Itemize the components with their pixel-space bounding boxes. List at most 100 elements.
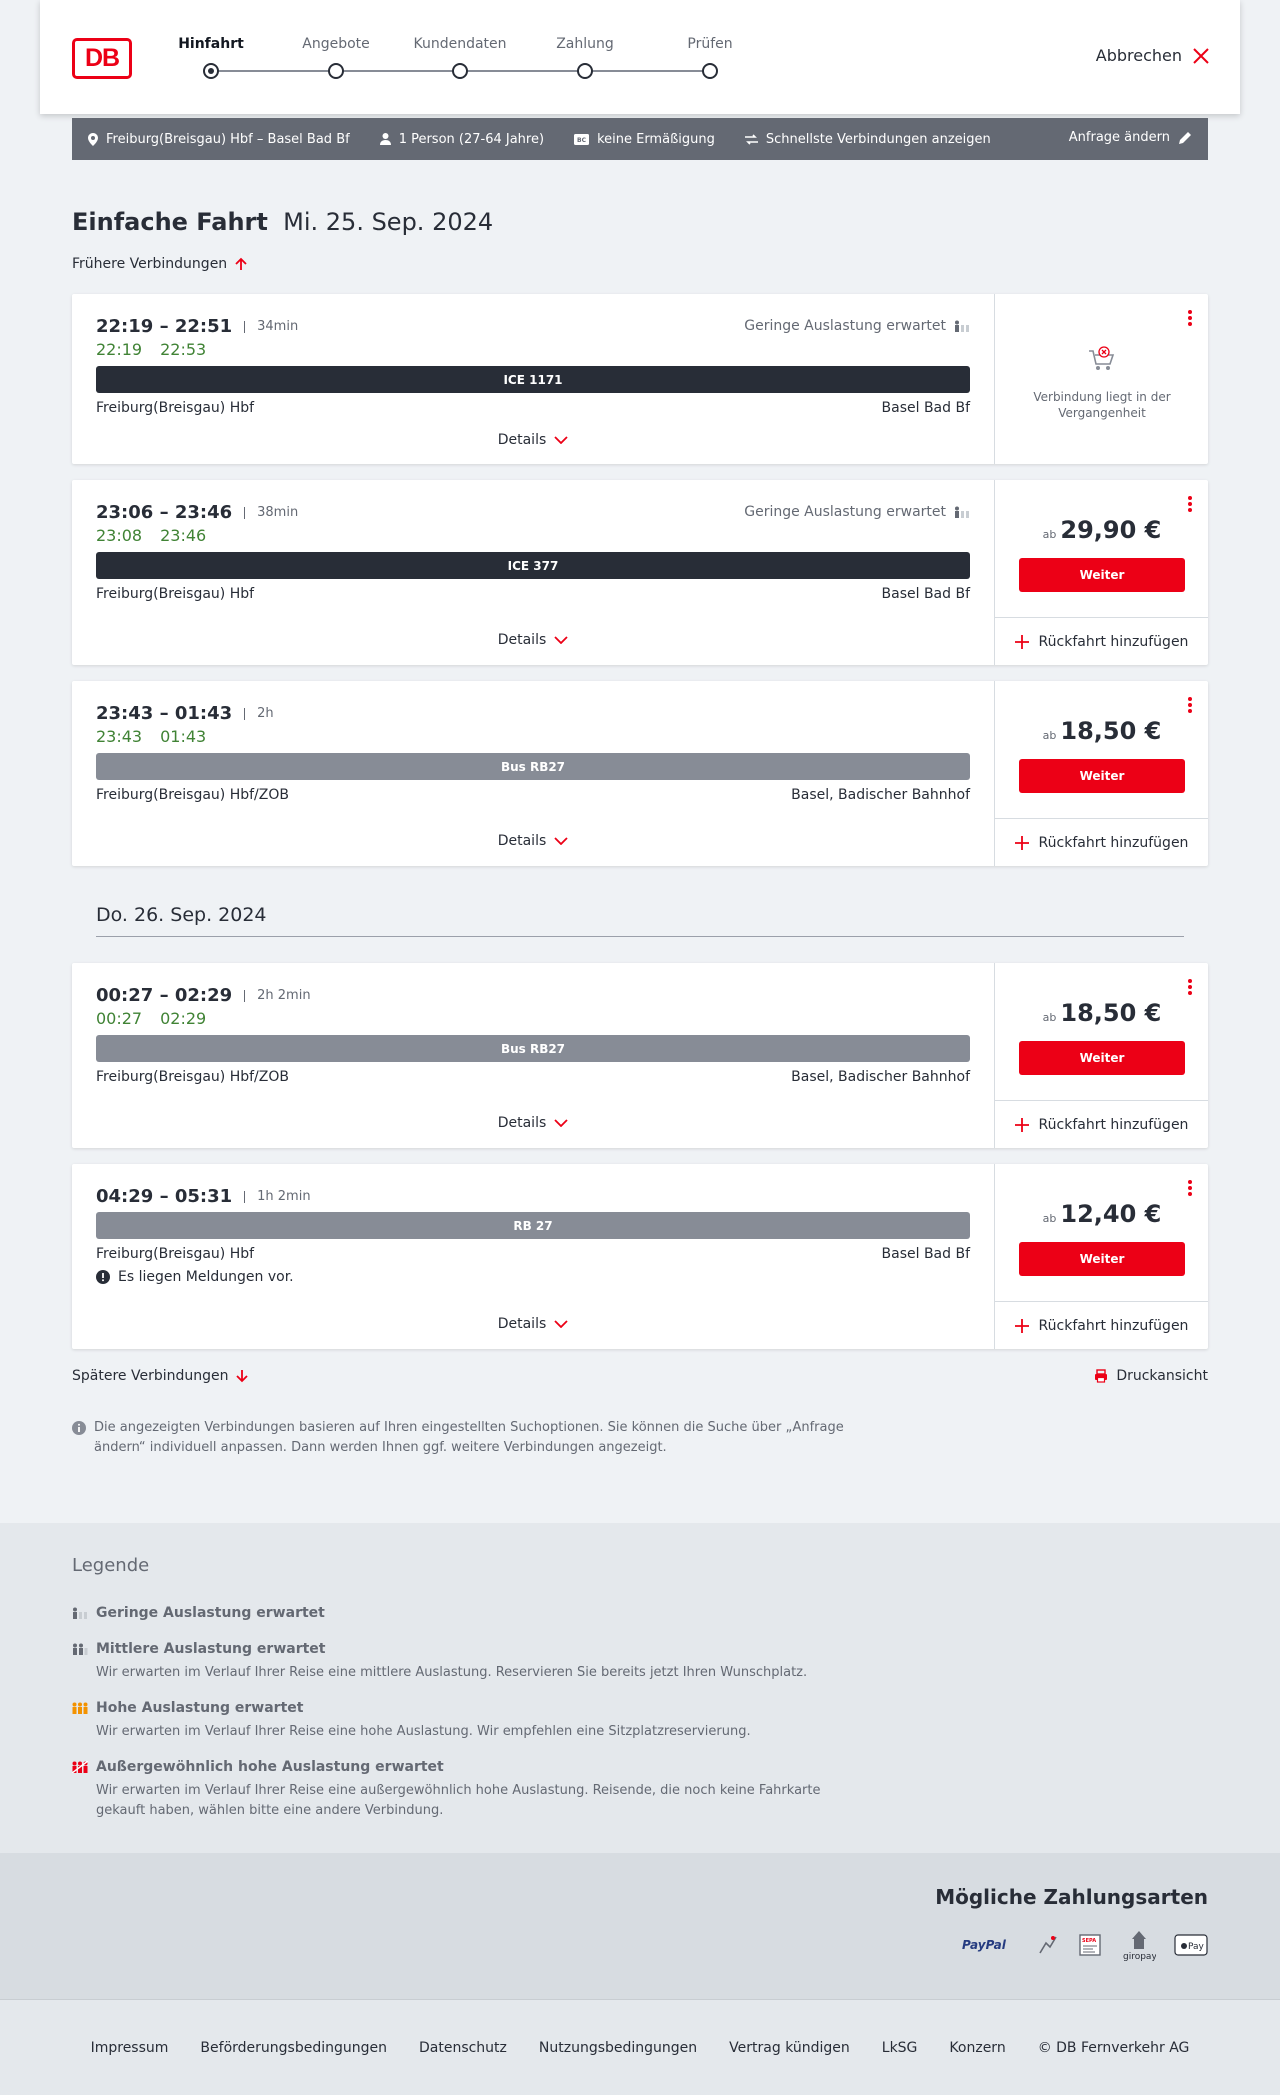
connection-main[interactable]: 23:06 – 23:46 38min 23:08 23:46 Geringe Au… <box>72 480 994 665</box>
duration: 34min <box>244 320 298 333</box>
chevron-down-icon <box>554 636 568 644</box>
price-panel: ab 29,90 € Weiter Rückfahrt hinzufügen <box>994 480 1208 665</box>
occupancy-medium-icon <box>73 1643 88 1655</box>
step-dot <box>702 63 718 79</box>
payment-title: Mögliche Zahlungsarten <box>935 1885 1208 1909</box>
edit-request-button[interactable]: Anfrage ändern <box>1069 130 1192 145</box>
giropay-icon: giropay <box>1123 1931 1156 1961</box>
footer-link-datenschutz[interactable]: Datenschutz <box>419 2040 507 2056</box>
connection-times: 00:27 – 02:29 2h 2min <box>96 985 311 1006</box>
disruption-message: Es liegen Meldungen vor. <box>96 1269 294 1285</box>
footer-link-nutzungsbedingungen[interactable]: Nutzungsbedingungen <box>539 2040 697 2056</box>
train-bar: Bus RB27 <box>96 753 970 780</box>
legend-title: Legende <box>72 1555 150 1576</box>
cancel-label: Abbrechen <box>1095 46 1182 65</box>
footer-link-lksg[interactable]: LkSG <box>882 2040 918 2056</box>
cancel-button[interactable]: Abbrechen <box>1096 46 1210 65</box>
svg-text:Pay: Pay <box>1188 1942 1205 1952</box>
details-toggle[interactable]: Details <box>72 632 994 648</box>
add-return-trip-button[interactable]: Rückfahrt hinzufügen <box>995 1100 1208 1148</box>
sepa-icon: SEPA <box>1079 1934 1101 1956</box>
step-angebote: Angebote <box>302 36 370 52</box>
arrival-station: Basel Bad Bf <box>881 1246 970 1262</box>
departure-station: Freiburg(Breisgau) Hbf <box>96 586 255 602</box>
details-toggle[interactable]: Details <box>72 1316 994 1332</box>
occupancy-low-icon <box>955 506 969 518</box>
footer-link-impressum[interactable]: Impressum <box>91 2040 169 2056</box>
price-panel: Verbindung liegt in der Vergangenheit <box>994 294 1208 464</box>
more-options-icon[interactable] <box>1188 1180 1192 1196</box>
footer-link-befoerderungsbedingungen[interactable]: Beförderungsbedingungen <box>200 2040 387 2056</box>
train-bar: ICE 1171 <box>96 366 970 393</box>
bahncard-icon: BC <box>574 133 590 145</box>
arrival-station: Basel, Badischer Bahnhof <box>791 1069 970 1085</box>
connection-main[interactable]: 00:27 – 02:29 2h 2min 00:27 02:29 Bus RB27… <box>72 963 994 1148</box>
step-dot <box>452 63 468 79</box>
header: DB Hinfahrt Angebote Kundendaten Zahlung… <box>40 0 1240 114</box>
details-toggle[interactable]: Details <box>72 833 994 849</box>
paypal-icon: PayPal <box>962 1938 1007 1952</box>
connection-times: 23:06 – 23:46 38min <box>96 502 299 523</box>
occupancy-low-icon <box>73 1607 87 1619</box>
step-dot-active <box>203 63 219 79</box>
realtime-times: 23:43 01:43 <box>96 727 207 746</box>
more-options-icon[interactable] <box>1188 979 1192 995</box>
details-toggle[interactable]: Details <box>72 432 994 448</box>
continue-button[interactable]: Weiter <box>1019 1041 1185 1075</box>
date-separator: Do. 26. Sep. 2024 <box>96 904 1184 937</box>
more-options-icon[interactable] <box>1188 310 1192 326</box>
db-logo[interactable]: DB <box>72 38 132 79</box>
add-return-trip-button[interactable]: Rückfahrt hinzufügen <box>995 617 1208 665</box>
arrow-down-icon <box>236 1370 249 1383</box>
summary-discount: BC keine Ermäßigung <box>574 132 715 147</box>
close-icon <box>1193 47 1209 64</box>
apple-pay-icon: Pay <box>1174 1934 1208 1956</box>
print-view-link[interactable]: Druckansicht <box>1094 1368 1208 1384</box>
chevron-down-icon <box>554 837 568 845</box>
occupancy-info: Geringe Auslastung erwartet <box>744 504 970 520</box>
svg-text:PayPal: PayPal <box>962 1938 1007 1952</box>
arrow-up-icon <box>235 257 247 270</box>
more-options-icon[interactable] <box>1188 496 1192 512</box>
connection-main[interactable]: 23:43 – 01:43 2h 23:43 01:43 Bus RB27 Frei… <box>72 681 994 866</box>
direct-debit-icon <box>1039 1936 1057 1954</box>
past-connection-note: Verbindung liegt in der Vergangenheit <box>1033 390 1171 420</box>
price: ab 18,50 € <box>1042 717 1162 745</box>
add-return-trip-button[interactable]: Rückfahrt hinzufügen <box>995 1301 1208 1349</box>
step-pruefen: Prüfen <box>687 36 733 52</box>
duration: 2h <box>244 707 274 720</box>
person-icon <box>379 133 391 145</box>
earlier-connections-link[interactable]: Frühere Verbindungen <box>72 256 247 272</box>
continue-button[interactable]: Weiter <box>1019 759 1185 793</box>
printer-icon <box>1095 1369 1108 1383</box>
connection-main[interactable]: 22:19 – 22:51 34min 22:19 22:53 Geringe Au… <box>72 294 994 464</box>
legend-item: Mittlere Auslastung erwartet Wir erwarte… <box>72 1641 832 1683</box>
connection-card: 23:43 – 01:43 2h 23:43 01:43 Bus RB27 Frei… <box>72 681 1208 866</box>
occupancy-exceptional-icon <box>72 1761 88 1773</box>
realtime-times: 00:27 02:29 <box>96 1009 207 1028</box>
page-title: Einfache Fahrt Mi. 25. Sep. 2024 <box>72 208 494 236</box>
connection-card: 00:27 – 02:29 2h 2min 00:27 02:29 Bus RB27… <box>72 963 1208 1148</box>
pencil-icon <box>1179 131 1191 144</box>
legend-item: Hohe Auslastung erwartet Wir erwarten im… <box>72 1700 832 1742</box>
later-connections-link[interactable]: Spätere Verbindungen <box>72 1368 249 1384</box>
occupancy-low-icon <box>955 320 969 332</box>
svg-text:giropay: giropay <box>1123 1952 1156 1961</box>
connection-card: 23:06 – 23:46 38min 23:08 23:46 Geringe Au… <box>72 480 1208 665</box>
occupancy-high-icon <box>72 1702 88 1714</box>
price: ab 12,40 € <box>1042 1200 1162 1228</box>
footer-link-konzern[interactable]: Konzern <box>949 2040 1005 2056</box>
more-options-icon[interactable] <box>1188 697 1192 713</box>
add-return-trip-button[interactable]: Rückfahrt hinzufügen <box>995 818 1208 866</box>
legend-section: Legende Geringe Auslastung erwartet Mitt… <box>0 1523 1280 1853</box>
train-bar: ICE 377 <box>96 552 970 579</box>
continue-button[interactable]: Weiter <box>1019 558 1185 592</box>
departure-station: Freiburg(Breisgau) Hbf/ZOB <box>96 1069 289 1085</box>
details-toggle[interactable]: Details <box>72 1115 994 1131</box>
connection-main[interactable]: 04:29 – 05:31 1h 2min RB 27 Freiburg(Brei… <box>72 1164 994 1349</box>
continue-button[interactable]: Weiter <box>1019 1242 1185 1276</box>
search-summary-bar: Freiburg(Breisgau) Hbf – Basel Bad Bf 1 … <box>72 118 1208 160</box>
footer-link-vertrag-kuendigen[interactable]: Vertrag kündigen <box>729 2040 850 2056</box>
connection-times: 23:43 – 01:43 2h <box>96 703 274 724</box>
realtime-times: 23:08 23:46 <box>96 526 207 545</box>
